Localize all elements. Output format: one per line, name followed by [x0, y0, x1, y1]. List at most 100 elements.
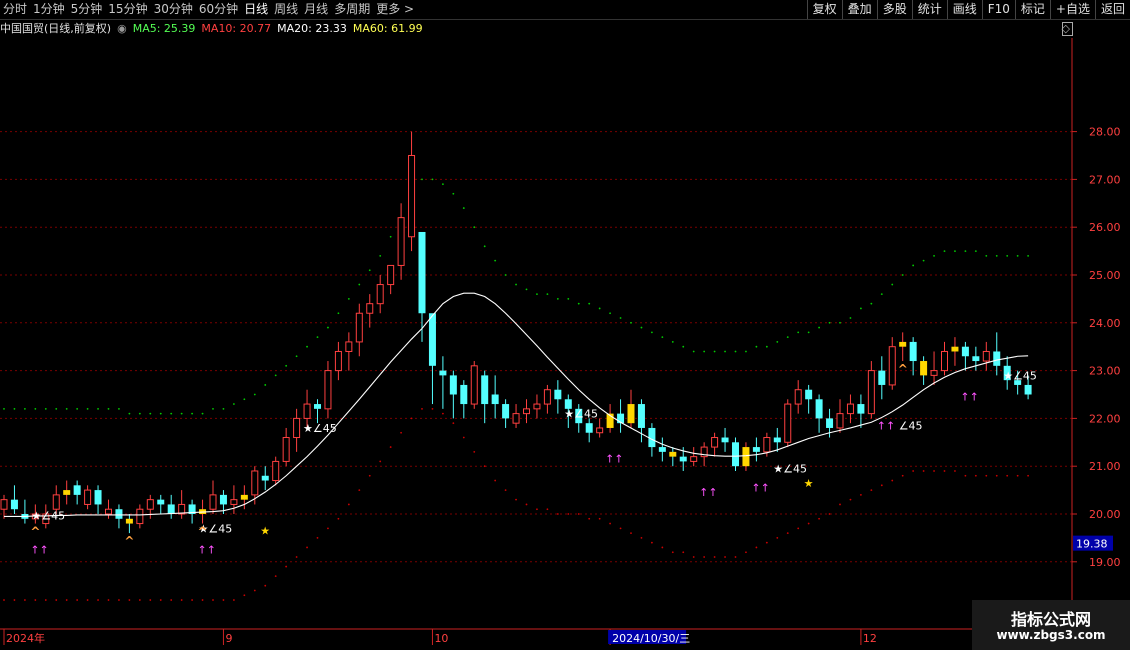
panel-toggle-icon[interactable]: [1062, 22, 1073, 36]
upper-band-point: [630, 321, 632, 324]
upper-band-point: [483, 245, 486, 248]
lower-band-point: [473, 450, 476, 453]
candle-body-up: [303, 403, 311, 419]
candle-body-signal: [951, 346, 959, 352]
candle-body-down: [961, 346, 969, 357]
candlestick-chart[interactable]: ★∠45★∠45★∠45★∠45★∠45∠45★∠45↑↑ ↑↑↑↑↑↑ ↑↑↑↑↑…: [0, 0, 1130, 650]
lower-band-point: [442, 412, 444, 415]
upper-band-point: [34, 407, 37, 410]
upper-band-point: [1006, 254, 1009, 257]
tool-button-8[interactable]: 返回: [1094, 0, 1130, 19]
upper-band-point: [546, 293, 549, 296]
stock-title[interactable]: 中国国贸(日线,前复权): [0, 20, 111, 38]
upper-band-point: [797, 331, 800, 334]
tool-button-2[interactable]: 多股: [876, 0, 912, 19]
period-tab-10[interactable]: 更多 >: [373, 0, 417, 19]
upper-band-point: [703, 350, 706, 353]
upper-band-point: [159, 412, 162, 415]
upper-band-point: [494, 259, 497, 262]
signal-label: ★∠45: [773, 463, 807, 476]
lower-band-point: [880, 484, 883, 487]
candle-body-down: [752, 447, 760, 452]
tool-button-7[interactable]: +自选: [1049, 0, 1095, 19]
lower-band-point: [619, 527, 622, 530]
lower-band-point: [682, 551, 685, 554]
upper-band-point: [943, 250, 946, 253]
period-tab-9[interactable]: 多周期: [331, 0, 373, 19]
upper-band-point: [76, 407, 79, 410]
period-tab-7[interactable]: 周线: [271, 0, 301, 19]
upper-band-point: [13, 407, 16, 410]
lower-band-point: [421, 407, 423, 410]
tool-button-0[interactable]: 复权: [806, 0, 842, 19]
upper-band-point: [765, 345, 768, 348]
period-tab-4[interactable]: 30分钟: [151, 0, 196, 19]
band-lines: [3, 178, 1029, 601]
tool-button-3[interactable]: 统计: [911, 0, 947, 19]
period-tab-8[interactable]: 月线: [301, 0, 331, 19]
candle-body-up: [523, 408, 530, 415]
signal-label: ∠45: [899, 420, 923, 433]
tool-button-4[interactable]: 画线: [946, 0, 982, 19]
period-tab-1[interactable]: 1分钟: [30, 0, 68, 19]
tool-buttons: 复权 叠加 多股 统计 画线 F10 标记 +自选 返回: [806, 0, 1130, 19]
y-tick-label: 22.00: [1089, 412, 1121, 425]
tool-button-5[interactable]: F10: [981, 0, 1015, 19]
upper-band-point: [724, 350, 726, 353]
upper-band-point: [974, 250, 977, 253]
lower-band-point: [651, 541, 653, 544]
candle-body-up: [846, 403, 854, 415]
upper-band-point: [734, 350, 737, 353]
lower-band-point: [1016, 474, 1019, 477]
candle-body-up: [0, 499, 8, 510]
candle-body-down: [679, 456, 687, 462]
lower-band-point: [964, 474, 967, 477]
lower-band-point: [630, 532, 632, 535]
upper-band-point: [337, 312, 340, 315]
upper-band-point: [922, 259, 925, 262]
lower-band-point: [118, 599, 120, 601]
candle-body-down: [721, 437, 729, 443]
caret-mark: ^: [124, 534, 134, 548]
candle-body-up: [690, 456, 698, 462]
lower-band-point: [274, 575, 277, 578]
upper-band-point: [849, 317, 852, 319]
candle-body-down: [314, 404, 321, 409]
upper-band-point: [525, 288, 528, 291]
candle-body-up: [867, 370, 875, 415]
upper-band-point: [651, 331, 653, 334]
period-tab-3[interactable]: 15分钟: [105, 0, 150, 19]
upper-band-point: [149, 412, 152, 415]
upper-band-point: [1016, 254, 1019, 257]
lower-band-point: [776, 537, 779, 539]
candle-body-down: [491, 394, 499, 405]
candles: [0, 131, 1032, 534]
lower-band-point: [138, 599, 141, 601]
lower-band-point: [55, 599, 58, 601]
lower-band-point: [462, 436, 465, 439]
upper-band-point: [128, 412, 131, 415]
candle-body-down: [449, 375, 457, 395]
ma60-value: MA60: 61.99: [352, 22, 423, 35]
candle-body-up: [209, 494, 217, 510]
period-tabs: 分时 1分钟 5分钟 15分钟 30分钟 60分钟 日线 周线 月线 多周期 更多 >: [0, 0, 417, 19]
candle-body-up: [982, 350, 990, 362]
period-tab-5[interactable]: 60分钟: [196, 0, 241, 19]
lower-band-point: [536, 508, 538, 511]
period-tab-6[interactable]: 日线: [241, 0, 271, 19]
settings-icon[interactable]: ◉: [117, 20, 127, 38]
lower-band-point: [860, 493, 862, 496]
upper-band-point: [264, 384, 267, 386]
tool-button-6[interactable]: 标记: [1014, 0, 1050, 19]
upper-band-point: [588, 302, 591, 305]
ma20-value: MA20: 23.33: [277, 22, 347, 35]
lower-band-point: [1027, 474, 1029, 477]
tool-button-1[interactable]: 叠加: [841, 0, 877, 19]
y-tick-label: 23.00: [1089, 365, 1121, 378]
lower-band-point: [222, 599, 225, 601]
lower-band-point: [264, 584, 267, 587]
period-tab-0[interactable]: 分时: [0, 0, 30, 19]
period-tab-2[interactable]: 5分钟: [68, 0, 106, 19]
candle-body-up: [251, 470, 259, 496]
candle-body-up: [408, 155, 416, 238]
